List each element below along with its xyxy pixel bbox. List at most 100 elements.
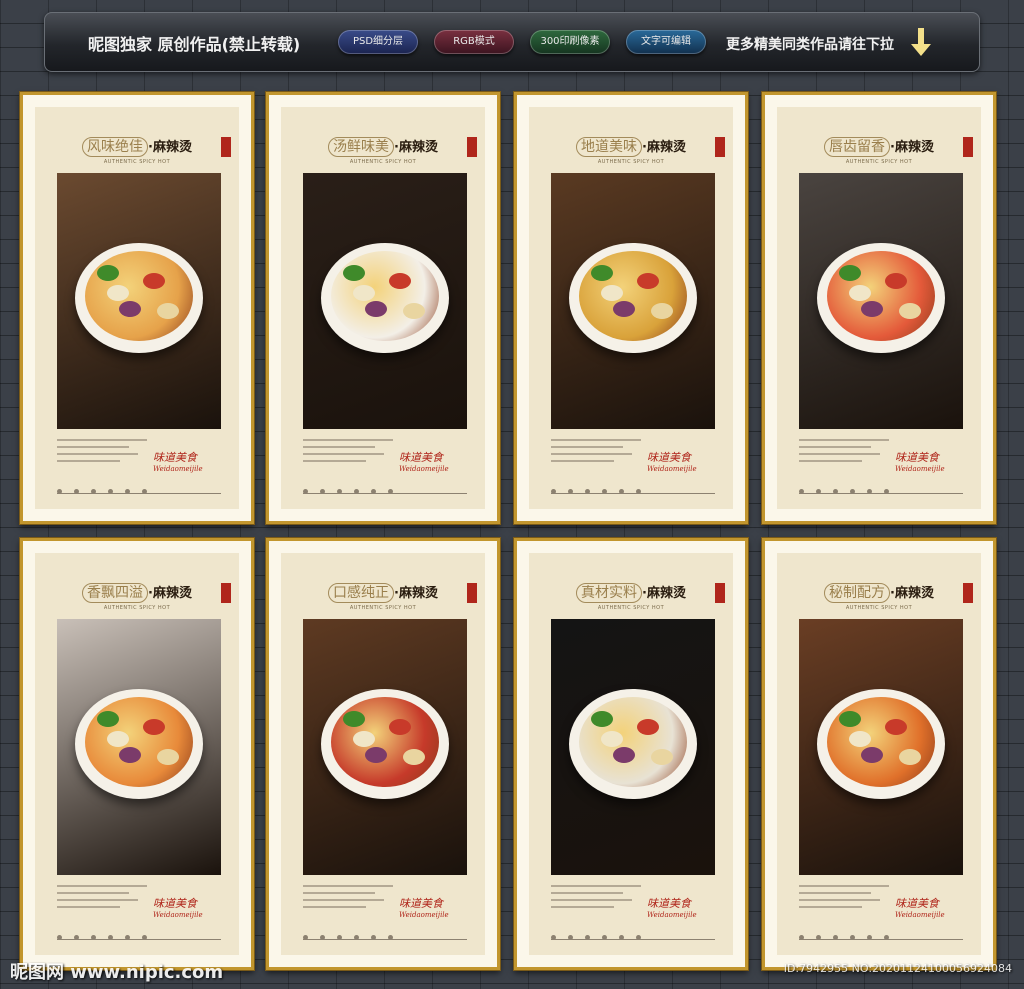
red-seal-icon [963, 583, 973, 603]
body-text-lines [57, 885, 147, 913]
signature-en: Weidaomeijile [647, 911, 697, 919]
poster: 口感纯正 ·麻辣烫 AUTHENTIC SPICY HOT 味道美食 Weidao… [281, 553, 485, 955]
ingredient-icon [157, 749, 179, 765]
ingredient-icon [591, 265, 613, 281]
poster-title: 口感纯正 ·麻辣烫 [281, 583, 485, 603]
footer-icons [551, 925, 715, 944]
ingredient-icon [849, 285, 871, 301]
signature-cn: 味道美食 [399, 451, 443, 464]
body-text-lines [551, 885, 641, 913]
signature: 味道美食 Weidaomeijile [895, 895, 945, 919]
poster: 唇齿留香 ·麻辣烫 AUTHENTIC SPICY HOT 味道美食 Weidao… [777, 107, 981, 509]
body-text-lines [57, 439, 147, 467]
ingredient-icon [861, 747, 883, 763]
poster-frame[interactable]: 风味绝佳 ·麻辣烫 AUTHENTIC SPICY HOT 味道美食 Weidao… [20, 92, 254, 524]
poster-frame[interactable]: 真材实料 ·麻辣烫 AUTHENTIC SPICY HOT 味道美食 Weidao… [514, 538, 748, 970]
signature-cn: 味道美食 [895, 897, 939, 910]
ingredient-icon [613, 301, 635, 317]
soup-icon [579, 697, 687, 787]
poster-title: 地道美味 ·麻辣烫 [529, 137, 733, 157]
poster-title-main: 风味绝佳 [82, 137, 149, 157]
food-photo [551, 173, 715, 429]
poster-subtitle: AUTHENTIC SPICY HOT [349, 605, 417, 611]
poster-title: 汤鲜味美 ·麻辣烫 [281, 137, 485, 157]
poster-frame[interactable]: 地道美味 ·麻辣烫 AUTHENTIC SPICY HOT 味道美食 Weidao… [514, 92, 748, 524]
ingredient-icon [97, 265, 119, 281]
poster-title-dish: ·麻辣烫 [890, 140, 934, 155]
ingredient-icon [365, 301, 387, 317]
food-photo [799, 173, 963, 429]
signature-en: Weidaomeijile [153, 465, 203, 473]
scroll-hint-text: 更多精美同类作品请往下拉 [726, 37, 894, 53]
body-text-lines [799, 885, 889, 913]
poster-title-dish: ·麻辣烫 [394, 586, 438, 601]
soup-icon [827, 697, 935, 787]
signature-cn: 味道美食 [153, 897, 197, 910]
brand-text: 昵图独家 原创作品(禁止转载) [88, 35, 301, 54]
signature: 味道美食 Weidaomeijile [399, 895, 449, 919]
signature-en: Weidaomeijile [399, 911, 449, 919]
ingredient-icon [899, 749, 921, 765]
poster-title-dish: ·麻辣烫 [642, 586, 686, 601]
footer-line [551, 493, 715, 494]
food-photo [303, 619, 467, 875]
ingredient-icon [353, 285, 375, 301]
poster: 香飘四溢 ·麻辣烫 AUTHENTIC SPICY HOT 味道美食 Weidao… [35, 553, 239, 955]
red-seal-icon [467, 583, 477, 603]
poster-title-dish: ·麻辣烫 [890, 586, 934, 601]
red-seal-icon [221, 583, 231, 603]
ingredient-icon [143, 719, 165, 735]
poster: 汤鲜味美 ·麻辣烫 AUTHENTIC SPICY HOT 味道美食 Weidao… [281, 107, 485, 509]
watermark-id: ID:7942955 NO:20201124100056924084 [783, 962, 1012, 975]
poster-frame[interactable]: 秘制配方 ·麻辣烫 AUTHENTIC SPICY HOT 味道美食 Weidao… [762, 538, 996, 970]
signature: 味道美食 Weidaomeijile [895, 449, 945, 473]
poster-title-dish: ·麻辣烫 [642, 140, 686, 155]
footer-icons [57, 479, 221, 498]
poster-frame[interactable]: 香飘四溢 ·麻辣烫 AUTHENTIC SPICY HOT 味道美食 Weidao… [20, 538, 254, 970]
signature-cn: 味道美食 [647, 451, 691, 464]
footer-icons [799, 479, 963, 498]
poster-title-dish: ·麻辣烫 [148, 586, 192, 601]
poster-subtitle: AUTHENTIC SPICY HOT [845, 605, 913, 611]
ingredient-icon [107, 285, 129, 301]
poster-subtitle: AUTHENTIC SPICY HOT [103, 159, 171, 165]
ingredient-icon [885, 719, 907, 735]
poster-title-main: 汤鲜味美 [328, 137, 395, 157]
poster-frame[interactable]: 汤鲜味美 ·麻辣烫 AUTHENTIC SPICY HOT 味道美食 Weidao… [266, 92, 500, 524]
body-text-lines [303, 885, 393, 913]
soup-icon [331, 697, 439, 787]
poster-frame[interactable]: 唇齿留香 ·麻辣烫 AUTHENTIC SPICY HOT 味道美食 Weidao… [762, 92, 996, 524]
poster-title-main: 口感纯正 [328, 583, 395, 603]
red-seal-icon [467, 137, 477, 157]
food-photo [57, 619, 221, 875]
ingredient-icon [637, 273, 659, 289]
badge-rgb: RGB模式 [434, 30, 514, 54]
food-photo [57, 173, 221, 429]
poster-title-main: 香飘四溢 [82, 583, 149, 603]
soup-icon [579, 251, 687, 341]
poster-subtitle: AUTHENTIC SPICY HOT [103, 605, 171, 611]
poster-title-main: 地道美味 [576, 137, 643, 157]
food-photo [799, 619, 963, 875]
red-seal-icon [715, 137, 725, 157]
poster-frame[interactable]: 口感纯正 ·麻辣烫 AUTHENTIC SPICY HOT 味道美食 Weidao… [266, 538, 500, 970]
poster-title: 风味绝佳 ·麻辣烫 [35, 137, 239, 157]
body-text-lines [303, 439, 393, 467]
signature: 味道美食 Weidaomeijile [153, 449, 203, 473]
signature-en: Weidaomeijile [399, 465, 449, 473]
signature-en: Weidaomeijile [647, 465, 697, 473]
top-banner: 昵图独家 原创作品(禁止转载) PSD细分层 RGB模式 300印刷像素 文字可… [44, 12, 980, 72]
footer-icons [303, 479, 467, 498]
red-seal-icon [715, 583, 725, 603]
poster-title: 秘制配方 ·麻辣烫 [777, 583, 981, 603]
ingredient-icon [389, 719, 411, 735]
ingredient-icon [651, 303, 673, 319]
body-text-lines [551, 439, 641, 467]
poster-title-main: 秘制配方 [824, 583, 891, 603]
poster-title-main: 唇齿留香 [824, 137, 891, 157]
poster-title-dish: ·麻辣烫 [148, 140, 192, 155]
ingredient-icon [651, 749, 673, 765]
signature-en: Weidaomeijile [895, 465, 945, 473]
arrow-down-icon [911, 28, 931, 56]
red-seal-icon [221, 137, 231, 157]
